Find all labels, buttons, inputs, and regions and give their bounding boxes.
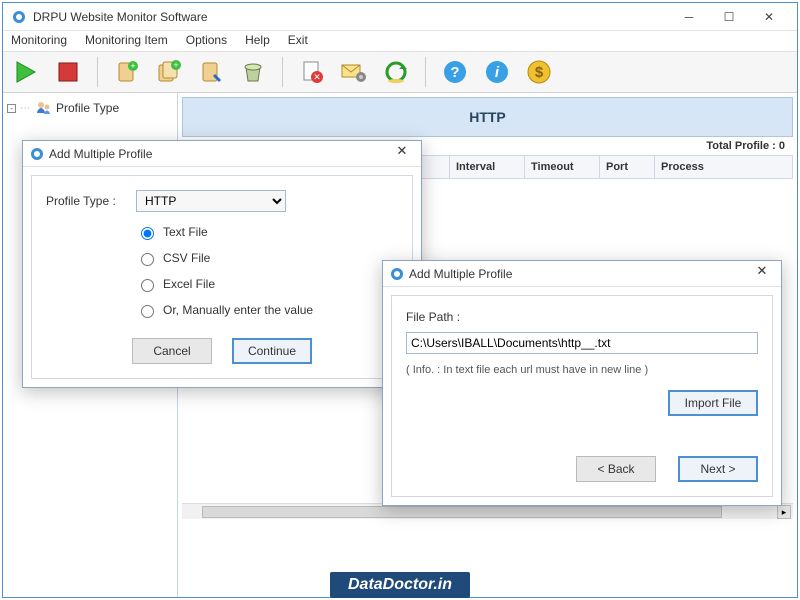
source-radio-group: Text File CSV File Excel File Or, Manual…	[136, 224, 398, 318]
protocol-banner: HTTP	[182, 97, 793, 137]
dialog2-titlebar[interactable]: Add Multiple Profile ✕	[383, 261, 781, 287]
col-port[interactable]: Port	[600, 156, 655, 178]
profile-type-row: Profile Type : HTTP	[46, 190, 398, 212]
radio-manual[interactable]: Or, Manually enter the value	[136, 302, 398, 318]
clipboard-edit-icon[interactable]	[194, 55, 228, 89]
dialog1-icon	[29, 146, 45, 162]
menu-monitoring[interactable]: Monitoring	[11, 33, 67, 49]
app-title: DRPU Website Monitor Software	[33, 10, 669, 24]
dialog1-titlebar[interactable]: Add Multiple Profile ✕	[23, 141, 421, 167]
minimize-button[interactable]: ─	[669, 4, 709, 30]
profile-type-label: Profile Type :	[46, 194, 126, 208]
file-path-label: File Path :	[406, 310, 758, 324]
banner-label: HTTP	[469, 109, 506, 125]
tree-collapse-icon[interactable]: -	[7, 104, 16, 113]
refresh-icon[interactable]	[379, 55, 413, 89]
trash-icon[interactable]	[236, 55, 270, 89]
radio-csv-file[interactable]: CSV File	[136, 250, 398, 266]
dialog2-title: Add Multiple Profile	[409, 267, 749, 281]
tree-root-label: Profile Type	[56, 101, 119, 115]
dialog1-close-button[interactable]: ✕	[389, 143, 415, 165]
tree-root[interactable]: - ⋯ Profile Type	[7, 99, 173, 117]
menubar: Monitoring Monitoring Item Options Help …	[3, 31, 797, 51]
titlebar: DRPU Website Monitor Software ─ ☐ ✕	[3, 3, 797, 31]
info-icon[interactable]: i	[480, 55, 514, 89]
svg-text:+: +	[130, 61, 135, 71]
app-icon	[11, 9, 27, 25]
dialog1-body: Profile Type : HTTP Text File CSV File E…	[31, 175, 413, 379]
profile-type-select[interactable]: HTTP	[136, 190, 286, 212]
add-multiple-profile-dialog-2: Add Multiple Profile ✕ File Path : ( Inf…	[382, 260, 782, 506]
radio-excel-file[interactable]: Excel File	[136, 276, 398, 292]
svg-text:$: $	[535, 64, 544, 81]
clipboard-multi-add-icon[interactable]: +	[152, 55, 186, 89]
svg-text:+: +	[173, 60, 178, 70]
scroll-thumb[interactable]	[202, 506, 722, 518]
dialog2-body: File Path : ( Info. : In text file each …	[391, 295, 773, 497]
menu-exit[interactable]: Exit	[288, 33, 308, 49]
page-delete-icon[interactable]: ✕	[295, 55, 329, 89]
menu-help[interactable]: Help	[245, 33, 270, 49]
mail-settings-icon[interactable]	[337, 55, 371, 89]
svg-text:?: ?	[450, 64, 459, 81]
separator	[97, 57, 98, 87]
watermark: DataDoctor.in	[330, 572, 470, 598]
dialog1-buttons: Cancel Continue	[46, 338, 398, 364]
dialog2-close-button[interactable]: ✕	[749, 263, 775, 285]
add-multiple-profile-dialog-1: Add Multiple Profile ✕ Profile Type : HT…	[22, 140, 422, 388]
menu-monitoring-item[interactable]: Monitoring Item	[85, 33, 168, 49]
svg-text:✕: ✕	[313, 72, 321, 82]
coin-icon[interactable]: $	[522, 55, 556, 89]
col-process[interactable]: Process	[655, 156, 793, 178]
separator	[425, 57, 426, 87]
radio-text-file[interactable]: Text File	[136, 224, 398, 240]
dialog2-icon	[389, 266, 405, 282]
col-timeout[interactable]: Timeout	[525, 156, 600, 178]
stop-icon[interactable]	[51, 55, 85, 89]
back-button[interactable]: < Back	[576, 456, 656, 482]
toolbar: + + ✕ ? i $	[3, 51, 797, 93]
maximize-button[interactable]: ☐	[709, 4, 749, 30]
help-icon[interactable]: ?	[438, 55, 472, 89]
status-right: Total Profile : 0	[706, 140, 785, 152]
clipboard-add-icon[interactable]: +	[110, 55, 144, 89]
scroll-right-arrow[interactable]: ▸	[777, 505, 791, 519]
profile-type-icon	[34, 99, 52, 117]
file-info-text: ( Info. : In text file each url must hav…	[406, 364, 758, 376]
continue-button[interactable]: Continue	[232, 338, 312, 364]
cancel-button[interactable]: Cancel	[132, 338, 212, 364]
next-button[interactable]: Next >	[678, 456, 758, 482]
menu-options[interactable]: Options	[186, 33, 227, 49]
separator	[282, 57, 283, 87]
file-path-input[interactable]	[406, 332, 758, 354]
col-interval[interactable]: Interval	[450, 156, 525, 178]
play-icon[interactable]	[9, 55, 43, 89]
close-button[interactable]: ✕	[749, 4, 789, 30]
import-file-button[interactable]: Import File	[668, 390, 758, 416]
dialog1-title: Add Multiple Profile	[49, 147, 389, 161]
